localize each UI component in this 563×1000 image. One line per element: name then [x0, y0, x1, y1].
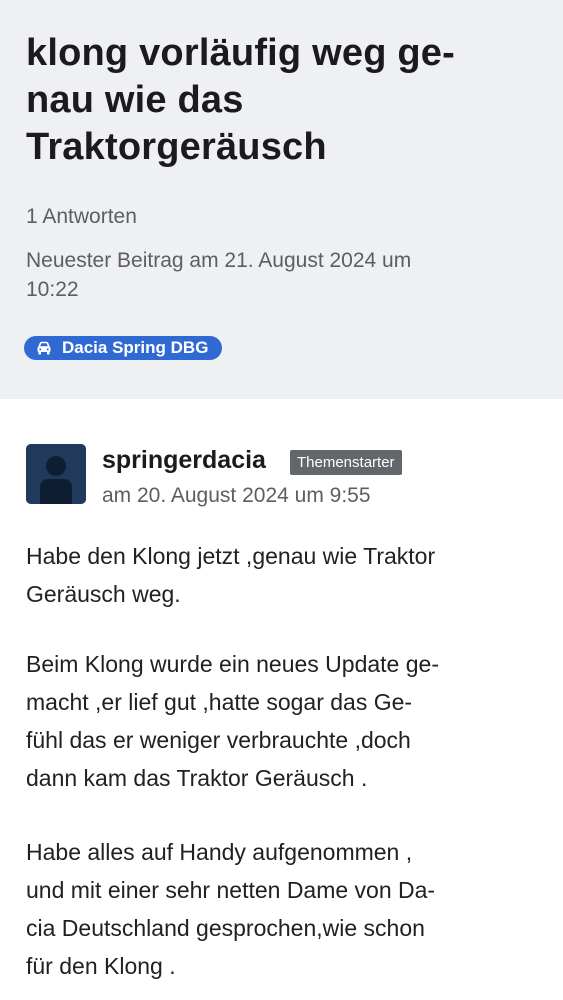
user-silhouette-icon — [26, 444, 86, 504]
post-line: Habe den Klong jetzt ,genau wie Traktor — [26, 543, 436, 569]
post-line: Geräusch weg. — [26, 581, 181, 607]
topic-starter-badge: Themenstarter — [290, 450, 402, 475]
latest-post-line: Neuester Beitrag am 21. August 2024 um — [26, 249, 412, 272]
avatar[interactable] — [26, 444, 86, 504]
post-line: Beim Klong wurde ein neues Update ge- — [26, 651, 439, 677]
author-name[interactable]: springerdacia — [102, 446, 266, 475]
topic-title-line: klong vorläufig weg ge- — [26, 32, 455, 74]
topic-header: klong vorläufig weg ge- nau wie das Trak… — [0, 0, 563, 399]
topic-title: klong vorläufig weg ge- nau wie das Trak… — [26, 30, 526, 171]
topic-title-line: nau wie das — [26, 79, 244, 121]
topic-title-line: Traktorgeräusch — [26, 126, 327, 168]
reply-count: 1 Antworten — [26, 205, 137, 228]
post-timestamp: am 20. August 2024 um 9:55 — [102, 484, 371, 507]
post-line: Habe alles auf Handy aufgenommen , — [26, 839, 413, 865]
latest-post-line: 10:22 — [26, 278, 79, 301]
car-icon — [37, 341, 51, 355]
post-line: cia Deutschland gesprochen,wie schon — [26, 915, 425, 941]
category-tag-label: Dacia Spring DBG — [62, 338, 209, 357]
post-paragraph: Habe alles auf Handy aufgenommen , und m… — [26, 833, 546, 985]
post-line: und mit einer sehr netten Dame von Da- — [26, 877, 436, 903]
latest-post-info: Neuester Beitrag am 21. August 2024 um 1… — [26, 246, 526, 304]
post-line: fühl das er weniger verbrauchte ,doch — [26, 727, 411, 753]
post-line: dann kam das Traktor Geräusch . — [26, 765, 368, 791]
post-paragraph: Habe den Klong jetzt ,genau wie Traktor … — [26, 537, 546, 613]
post-line: für den Klong . — [26, 953, 176, 979]
post-paragraph: Beim Klong wurde ein neues Update ge- ma… — [26, 645, 546, 797]
post-line: macht ,er lief gut ,hatte sogar das Ge- — [26, 689, 413, 715]
category-tag[interactable]: Dacia Spring DBG — [24, 336, 223, 360]
